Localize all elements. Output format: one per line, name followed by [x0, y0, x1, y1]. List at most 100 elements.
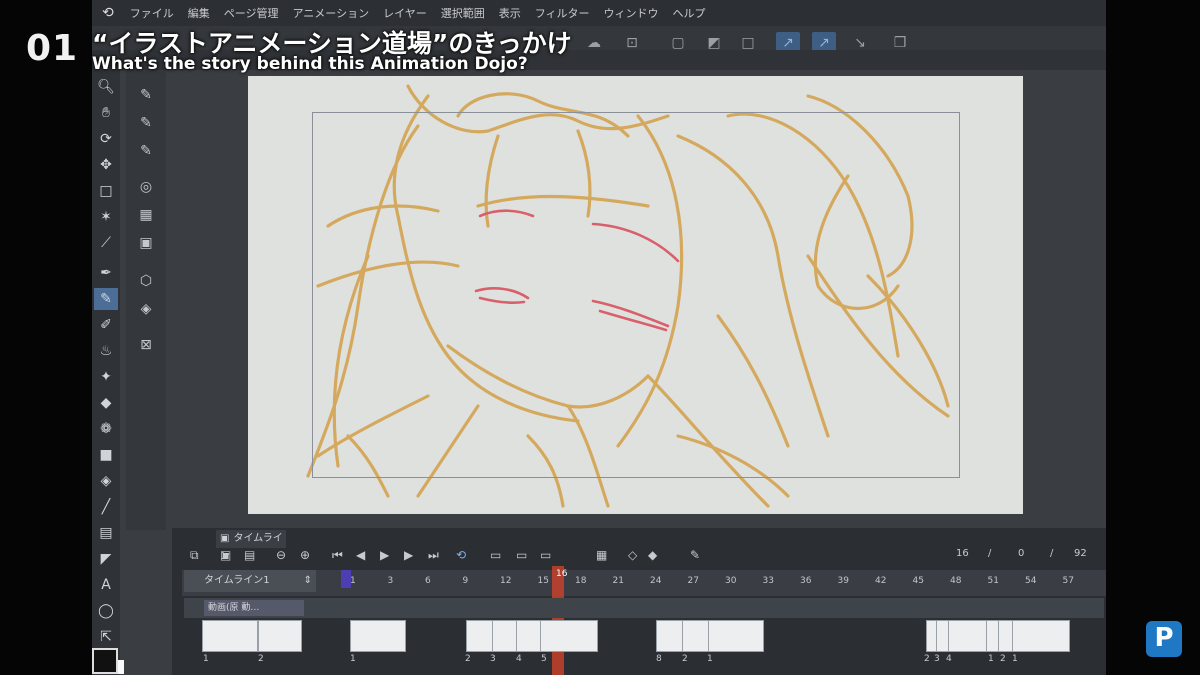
new-cel-icon[interactable]: ▭	[490, 548, 501, 562]
cel-number: 5	[541, 654, 547, 664]
select-icon[interactable]: □	[94, 180, 118, 202]
cel[interactable]	[1012, 620, 1070, 652]
cel[interactable]	[466, 620, 494, 652]
light-table-icon[interactable]: ▦	[596, 548, 607, 562]
cel[interactable]	[708, 620, 764, 652]
text-icon[interactable]: A	[94, 574, 118, 596]
pattern-icon[interactable]: ▦	[134, 204, 158, 226]
frame-number: 51	[987, 576, 999, 586]
cel[interactable]	[492, 620, 518, 652]
ruler-icon[interactable]: ◤	[94, 548, 118, 570]
cel-number: 8	[656, 654, 662, 664]
next-frame-icon[interactable]: ▶	[404, 548, 413, 562]
menu-selection[interactable]: 選択範囲	[441, 5, 485, 21]
pencil-variant-icon[interactable]: ✎	[134, 140, 158, 162]
frame-number: 30	[725, 576, 737, 586]
keyframe-icon[interactable]: ◇	[628, 548, 637, 562]
cel[interactable]	[540, 620, 598, 652]
cel[interactable]	[656, 620, 684, 652]
cel[interactable]	[202, 620, 258, 652]
object-icon[interactable]: ⇱	[94, 626, 118, 648]
menu-animation[interactable]: アニメーション	[293, 5, 370, 21]
save-icon[interactable]: ▣	[220, 548, 231, 562]
cel[interactable]	[516, 620, 542, 652]
frame-number: 24	[650, 576, 662, 586]
interpolation-icon[interactable]: ◆	[648, 548, 657, 562]
play-icon[interactable]: ▶	[380, 548, 389, 562]
prev-frame-icon[interactable]: ◀	[356, 548, 365, 562]
episode-number: 01	[26, 28, 79, 69]
pencil-variant-icon[interactable]: ✎	[134, 84, 158, 106]
cel-number: 4	[946, 654, 952, 664]
line-icon[interactable]: ╱	[94, 496, 118, 518]
rotate-icon[interactable]: ⟳	[94, 128, 118, 150]
main-color-swatch[interactable]	[92, 648, 118, 674]
last-frame-icon[interactable]: ⏭	[428, 548, 439, 563]
layers-icon[interactable]: ◈	[134, 298, 158, 320]
eraser-icon[interactable]: ◆	[94, 392, 118, 414]
playhead-label: 16	[556, 569, 568, 579]
decoration-icon[interactable]: ✦	[94, 366, 118, 388]
blend-icon[interactable]: ❁	[94, 418, 118, 440]
app-logo-icon[interactable]: ⟲	[102, 5, 114, 21]
menu-help[interactable]: ヘルプ	[673, 5, 706, 21]
zoom-out-icon[interactable]: ⊖	[276, 548, 286, 562]
cel-number: 1	[707, 654, 713, 664]
cel-number: 1	[988, 654, 994, 664]
cel[interactable]	[948, 620, 988, 652]
cel[interactable]	[350, 620, 406, 652]
menu-file[interactable]: ファイル	[130, 5, 174, 21]
cube-icon[interactable]: ⬡	[134, 270, 158, 292]
layer-name[interactable]: 動画(原 動…	[204, 600, 304, 616]
end-frame-value: 92	[1074, 548, 1087, 559]
cel-number: 2	[924, 654, 930, 664]
tab-timeline[interactable]: ▣ タイムライン	[216, 530, 286, 562]
cel-number: 2	[258, 654, 264, 664]
frame-number: 9	[462, 576, 469, 586]
cel-number: 1	[350, 654, 356, 664]
first-frame-icon[interactable]: ⏮	[332, 548, 343, 563]
cel[interactable]	[682, 620, 710, 652]
frame-number: 15	[537, 576, 549, 586]
cel-number: 4	[516, 654, 522, 664]
video-title-en: What's the story behind this Animation D…	[92, 54, 528, 74]
cel-number: 1	[203, 654, 209, 664]
frame-counter: 16 / 0 / 92	[950, 548, 1100, 564]
menu-layer[interactable]: レイヤー	[383, 5, 427, 21]
menu-bar: ⟲ ファイル 編集 ページ管理 アニメーション レイヤー 選択範囲 表示 フィル…	[92, 0, 1106, 26]
hand-icon[interactable]: ✋︎	[94, 102, 118, 124]
material-icon[interactable]: ◎	[134, 176, 158, 198]
cel-number: 2	[1000, 654, 1006, 664]
pen-icon[interactable]: ✒	[94, 262, 118, 284]
wand-icon[interactable]: ✶	[94, 206, 118, 228]
menu-page[interactable]: ページ管理	[224, 5, 279, 21]
zoom-icon[interactable]: 🔍︎	[94, 76, 118, 98]
menu-edit[interactable]: 編集	[188, 5, 210, 21]
zoom-in-icon[interactable]: ⊕	[300, 548, 310, 562]
timeline-selector[interactable]: タイムライン1 ⇕	[184, 570, 316, 592]
move-icon[interactable]: ✥	[94, 154, 118, 176]
frame-border-icon[interactable]: ▤	[94, 522, 118, 544]
start-marker[interactable]	[341, 570, 351, 588]
cel[interactable]	[258, 620, 302, 652]
menu-filter[interactable]: フィルター	[535, 5, 590, 21]
fill-icon[interactable]: ■	[94, 444, 118, 466]
airbrush-icon[interactable]: ♨	[94, 340, 118, 362]
specify-cel-icon[interactable]: ▭	[516, 548, 527, 562]
tone-icon[interactable]: ▣	[134, 232, 158, 254]
lasso-icon[interactable]: ◯	[94, 600, 118, 622]
loop-icon[interactable]: ⟲	[456, 548, 466, 562]
onion-skin-icon[interactable]: ▭	[540, 548, 551, 562]
menu-view[interactable]: 表示	[499, 5, 521, 21]
pencil-icon[interactable]: ✎	[94, 288, 118, 310]
pencil-icon[interactable]: ✎	[690, 548, 700, 562]
delete-icon[interactable]: ⊠	[134, 334, 158, 356]
spinner-icon[interactable]: ⇕	[304, 570, 312, 592]
menu-window[interactable]: ウィンドウ	[604, 5, 659, 21]
gradient-icon[interactable]: ◈	[94, 470, 118, 492]
eyedropper-icon[interactable]: ⟋	[94, 232, 118, 254]
new-timeline-icon[interactable]: ⧉	[190, 548, 199, 563]
pencil-variant-icon[interactable]: ✎	[134, 112, 158, 134]
edit-icon[interactable]: ▤	[244, 548, 255, 562]
brush-icon[interactable]: ✐	[94, 314, 118, 336]
